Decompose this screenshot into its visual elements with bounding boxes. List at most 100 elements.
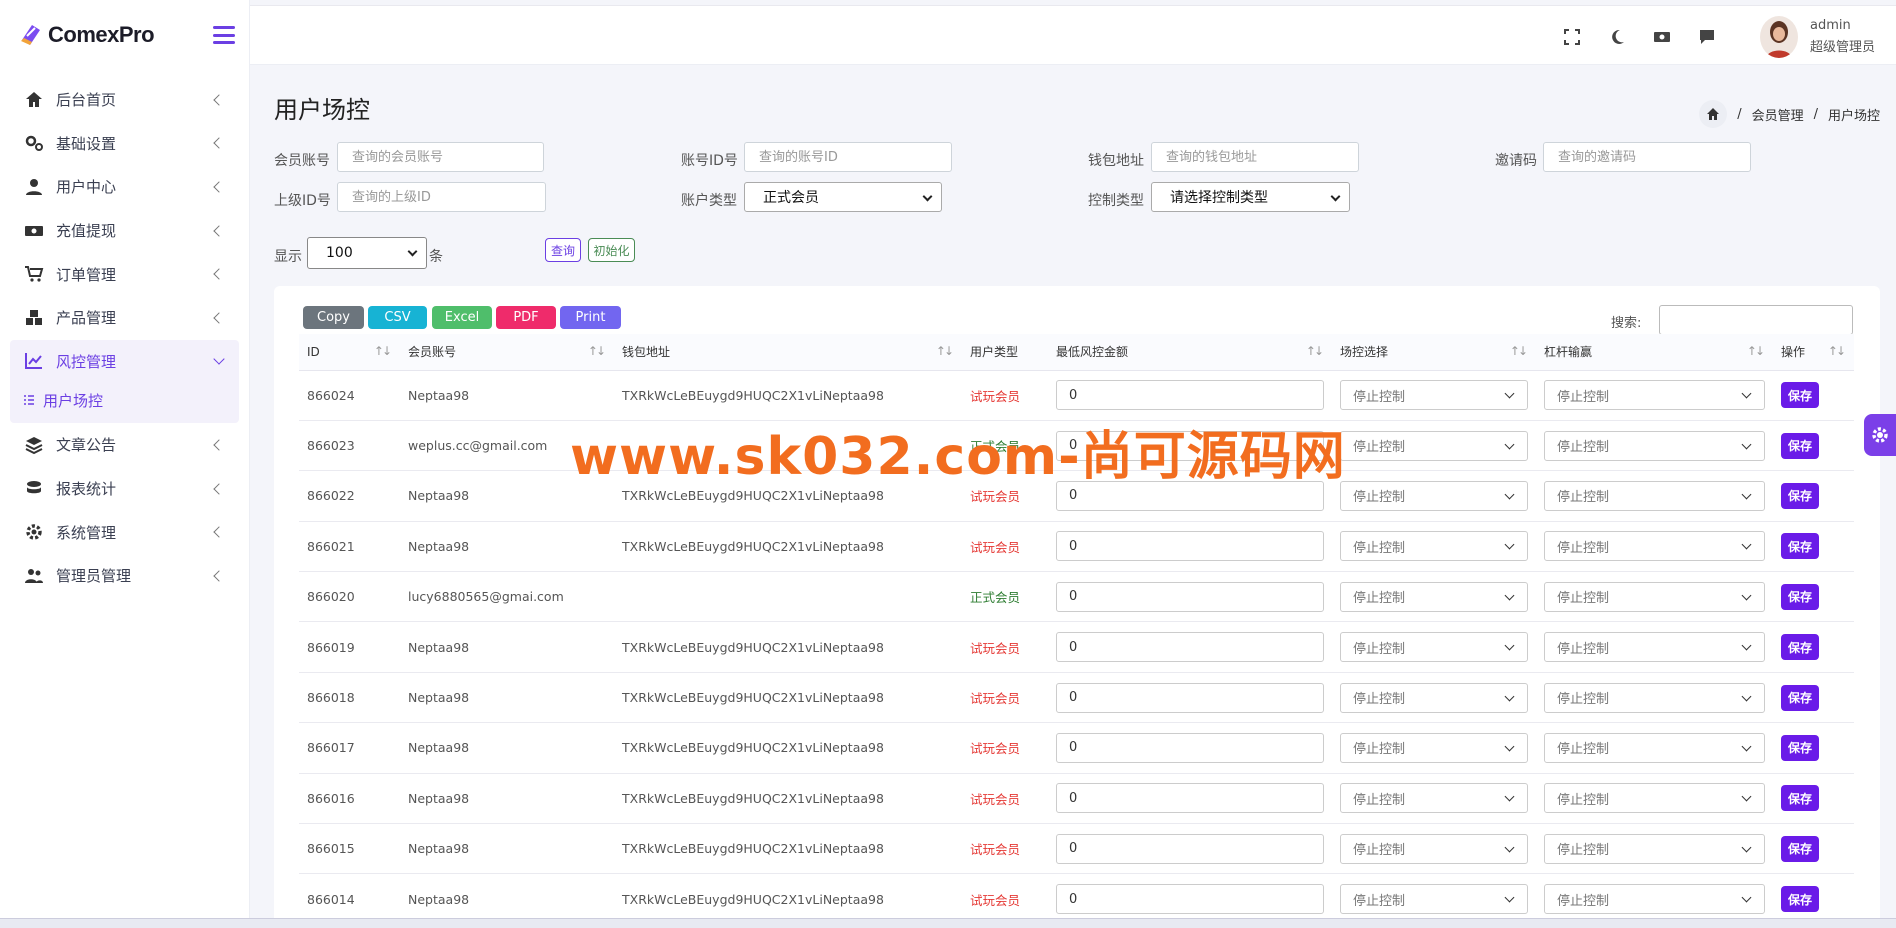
- control-select[interactable]: 停止控制: [1340, 732, 1528, 763]
- control-type-select[interactable]: 请选择控制类型: [1151, 182, 1350, 212]
- print-button[interactable]: Print: [560, 306, 621, 329]
- min-amount-input[interactable]: 0: [1056, 732, 1324, 763]
- min-amount-input[interactable]: 0: [1056, 380, 1324, 411]
- cell-account: Neptaa98: [400, 621, 614, 673]
- column-header-5[interactable]: 场控选择 ↑↓: [1332, 334, 1536, 371]
- list-icon: [24, 395, 34, 405]
- leverage-select[interactable]: 停止控制: [1544, 632, 1765, 663]
- fullscreen-icon[interactable]: [1563, 28, 1581, 46]
- control-select[interactable]: 停止控制: [1340, 581, 1528, 612]
- leverage-select[interactable]: 停止控制: [1544, 682, 1765, 713]
- column-header-7[interactable]: 操作 ↑↓: [1773, 334, 1854, 371]
- column-header-1[interactable]: 会员账号 ↑↓: [400, 334, 614, 371]
- save-button[interactable]: 保存: [1781, 835, 1819, 862]
- invite-code-input[interactable]: [1543, 142, 1751, 172]
- account-type-select[interactable]: 正式会员: [744, 182, 942, 212]
- sidebar-item-1[interactable]: 基础设置: [0, 122, 249, 166]
- leverage-select[interactable]: 停止控制: [1544, 430, 1765, 461]
- sidebar-item-9[interactable]: 系统管理: [0, 510, 249, 554]
- save-button[interactable]: 保存: [1781, 886, 1819, 913]
- control-select[interactable]: 停止控制: [1340, 430, 1528, 461]
- min-amount-input[interactable]: 0: [1056, 531, 1324, 562]
- column-header-label: 钱包地址: [622, 345, 671, 360]
- save-button[interactable]: 保存: [1781, 785, 1819, 812]
- wallet-input[interactable]: [1151, 142, 1359, 172]
- column-header-0[interactable]: ID ↑↓: [299, 334, 400, 371]
- account-id-input[interactable]: [744, 142, 952, 172]
- brand-logo[interactable]: ComexPro: [0, 0, 249, 70]
- save-button[interactable]: 保存: [1781, 583, 1819, 610]
- user-name[interactable]: admin: [1810, 18, 1851, 33]
- breadcrumb-item-members[interactable]: 会员管理: [1752, 105, 1804, 124]
- save-button[interactable]: 保存: [1781, 734, 1819, 761]
- sidebar-item-2[interactable]: 用户中心: [0, 165, 249, 209]
- column-header-6[interactable]: 杠杆输赢 ↑↓: [1536, 334, 1773, 371]
- reset-button[interactable]: 初始化: [588, 238, 635, 262]
- sidebar-item-5[interactable]: 产品管理: [0, 296, 249, 340]
- min-amount-input[interactable]: 0: [1056, 682, 1324, 713]
- query-button[interactable]: 查询: [545, 238, 581, 262]
- control-select[interactable]: 停止控制: [1340, 480, 1528, 511]
- sidebar-item-3[interactable]: 充值提现: [0, 209, 249, 253]
- column-header-4[interactable]: 最低风控金额 ↑↓: [1048, 334, 1332, 371]
- sidebar-item-4[interactable]: 订单管理: [0, 252, 249, 296]
- sidebar-item-6[interactable]: 风控管理: [10, 339, 239, 384]
- money-icon[interactable]: [1653, 28, 1671, 46]
- save-button[interactable]: 保存: [1781, 634, 1819, 661]
- control-select[interactable]: 停止控制: [1340, 380, 1528, 411]
- control-select[interactable]: 停止控制: [1340, 682, 1528, 713]
- leverage-select[interactable]: 停止控制: [1544, 480, 1765, 511]
- chevron-down-icon: [922, 191, 933, 202]
- cell-leverage: 停止控制: [1536, 370, 1773, 421]
- control-select[interactable]: 停止控制: [1340, 884, 1528, 915]
- sidebar-item-0[interactable]: 后台首页: [0, 78, 249, 122]
- save-button[interactable]: 保存: [1781, 482, 1819, 509]
- leverage-select[interactable]: 停止控制: [1544, 732, 1765, 763]
- search-input[interactable]: [1659, 305, 1853, 335]
- save-button[interactable]: 保存: [1781, 432, 1819, 459]
- save-button[interactable]: 保存: [1781, 533, 1819, 560]
- sidebar-item-label: 系统管理: [56, 523, 117, 542]
- breadcrumb-home[interactable]: [1699, 100, 1728, 128]
- min-amount-input[interactable]: 0: [1056, 783, 1324, 814]
- control-select[interactable]: 停止控制: [1340, 833, 1528, 864]
- leverage-select[interactable]: 停止控制: [1544, 884, 1765, 915]
- min-amount-input[interactable]: 0: [1056, 581, 1324, 612]
- min-amount-input[interactable]: 0: [1056, 632, 1324, 663]
- sidebar-item-7[interactable]: 文章公告: [0, 423, 249, 467]
- control-type-value: 请选择控制类型: [1170, 190, 1268, 206]
- avatar[interactable]: [1760, 16, 1798, 58]
- min-amount-input[interactable]: 0: [1056, 833, 1324, 864]
- excel-button[interactable]: Excel: [432, 306, 492, 329]
- cell-wallet: TXRkWcLeBEuygd9HUQC2X1vLiNeptaa98: [614, 370, 962, 421]
- sidebar-item-10[interactable]: 管理员管理: [0, 554, 249, 598]
- leverage-select[interactable]: 停止控制: [1544, 833, 1765, 864]
- sidebar-item-8[interactable]: 报表统计: [0, 467, 249, 511]
- column-header-2[interactable]: 钱包地址 ↑↓: [614, 334, 962, 371]
- leverage-select[interactable]: 停止控制: [1544, 531, 1765, 562]
- settings-tab[interactable]: [1864, 414, 1896, 456]
- comment-icon[interactable]: [1698, 28, 1716, 46]
- csv-button[interactable]: CSV: [368, 306, 427, 329]
- copy-button[interactable]: Copy: [303, 306, 364, 329]
- cubes-icon: [24, 308, 44, 328]
- sidebar-subitem-user-control[interactable]: 用户场控: [24, 387, 239, 413]
- member-account-input[interactable]: [337, 142, 544, 172]
- parent-id-input[interactable]: [337, 182, 546, 212]
- leverage-select[interactable]: 停止控制: [1544, 783, 1765, 814]
- menu-toggle-icon[interactable]: [213, 26, 235, 44]
- chevron-down-icon: [1741, 539, 1752, 550]
- column-header-3[interactable]: 用户类型: [962, 334, 1048, 371]
- control-select[interactable]: 停止控制: [1340, 632, 1528, 663]
- min-amount-input[interactable]: 0: [1056, 884, 1324, 915]
- leverage-select[interactable]: 停止控制: [1544, 581, 1765, 612]
- control-select[interactable]: 停止控制: [1340, 783, 1528, 814]
- leverage-select[interactable]: 停止控制: [1544, 380, 1765, 411]
- bottom-scrollbar[interactable]: [0, 918, 1896, 928]
- page-size-select[interactable]: 100: [307, 237, 427, 269]
- save-button[interactable]: 保存: [1781, 382, 1819, 409]
- save-button[interactable]: 保存: [1781, 684, 1819, 711]
- pdf-button[interactable]: PDF: [496, 306, 556, 329]
- control-select[interactable]: 停止控制: [1340, 531, 1528, 562]
- moon-icon[interactable]: [1608, 28, 1626, 46]
